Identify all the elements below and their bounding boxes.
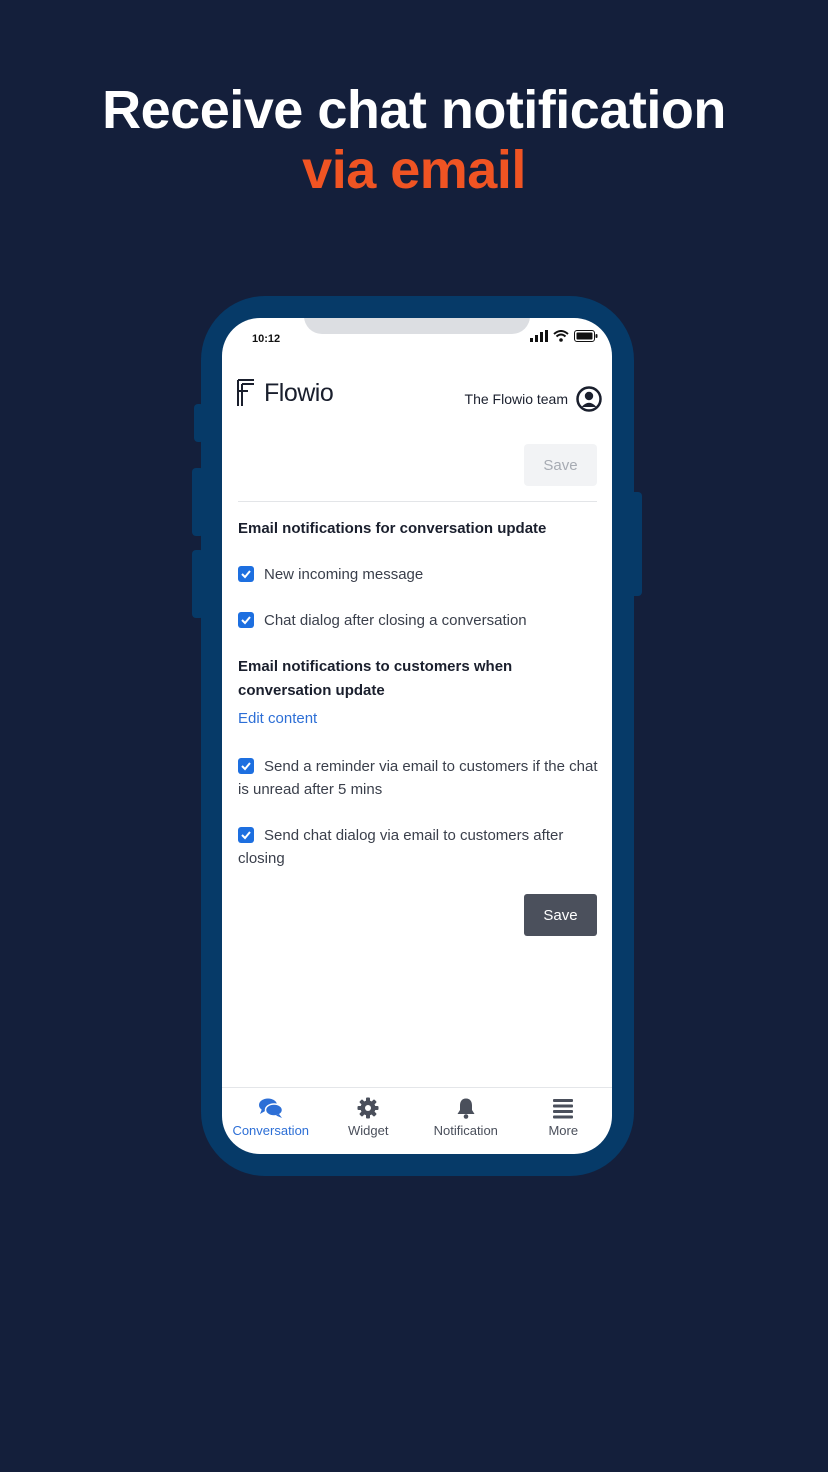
bell-icon bbox=[457, 1098, 475, 1119]
phone-screen: 10:12 Flowio The Flowio team Save Email … bbox=[222, 318, 612, 1154]
checkbox-send-chat-dialog[interactable] bbox=[238, 827, 254, 843]
flowio-logo-icon bbox=[237, 379, 254, 406]
option-label: Send a reminder via email to customers i… bbox=[238, 758, 598, 798]
nav-item-widget[interactable]: Widget bbox=[320, 1088, 418, 1154]
option-label: Chat dialog after closing a conversation bbox=[264, 612, 527, 629]
option-send-reminder[interactable]: Send a reminder via email to customers i… bbox=[238, 755, 598, 801]
check-icon bbox=[241, 616, 251, 625]
edit-content-link[interactable]: Edit content bbox=[238, 710, 317, 727]
option-new-incoming-message[interactable]: New incoming message bbox=[238, 563, 598, 586]
battery-icon bbox=[574, 330, 598, 342]
status-icons bbox=[530, 330, 598, 342]
divider bbox=[238, 501, 597, 502]
checkbox-new-incoming-message[interactable] bbox=[238, 566, 254, 582]
account-name: The Flowio team bbox=[464, 391, 568, 407]
option-label: Send chat dialog via email to customers … bbox=[238, 827, 564, 867]
user-circle-icon bbox=[576, 386, 602, 412]
checkbox-send-reminder[interactable] bbox=[238, 758, 254, 774]
check-icon bbox=[241, 570, 251, 579]
hero-subtitle: via email bbox=[302, 140, 526, 200]
check-icon bbox=[241, 831, 251, 840]
bottom-nav: Conversation Widget Notification More bbox=[222, 1087, 612, 1154]
option-chat-dialog-after-closing[interactable]: Chat dialog after closing a conversation bbox=[238, 609, 598, 632]
nav-item-notification[interactable]: Notification bbox=[417, 1088, 515, 1154]
gear-icon bbox=[357, 1097, 379, 1119]
signal-icon bbox=[530, 330, 548, 342]
nav-item-conversation[interactable]: Conversation bbox=[222, 1088, 320, 1154]
nav-item-more[interactable]: More bbox=[515, 1088, 613, 1154]
option-label: New incoming message bbox=[264, 566, 424, 583]
hero-heading: Receive chat notification via email bbox=[0, 80, 828, 200]
nav-label-conversation: Conversation bbox=[232, 1123, 310, 1138]
brand-logo[interactable]: Flowio bbox=[236, 378, 334, 408]
section-title-conversation-update: Email notifications for conversation upd… bbox=[238, 520, 547, 537]
phone-notch bbox=[304, 318, 530, 334]
nav-label-notification: Notification bbox=[433, 1123, 498, 1138]
nav-label-more: More bbox=[548, 1123, 579, 1138]
nav-label-widget: Widget bbox=[348, 1123, 389, 1138]
section-title-customer-notifications: Email notifications to customers when co… bbox=[238, 658, 513, 699]
check-icon bbox=[241, 762, 251, 771]
checkbox-chat-dialog-after-closing[interactable] bbox=[238, 612, 254, 628]
wifi-icon bbox=[553, 330, 569, 342]
option-send-chat-dialog[interactable]: Send chat dialog via email to customers … bbox=[238, 824, 598, 870]
status-time: 10:12 bbox=[252, 333, 281, 345]
save-button-bottom[interactable]: Save bbox=[524, 894, 597, 936]
chat-bubbles-icon bbox=[258, 1098, 283, 1118]
menu-icon bbox=[553, 1099, 574, 1119]
brand-name: Flowio bbox=[264, 378, 334, 407]
account-menu[interactable]: The Flowio team bbox=[465, 386, 602, 412]
hero-title: Receive chat notification bbox=[102, 80, 726, 140]
save-button-top[interactable]: Save bbox=[524, 444, 597, 486]
